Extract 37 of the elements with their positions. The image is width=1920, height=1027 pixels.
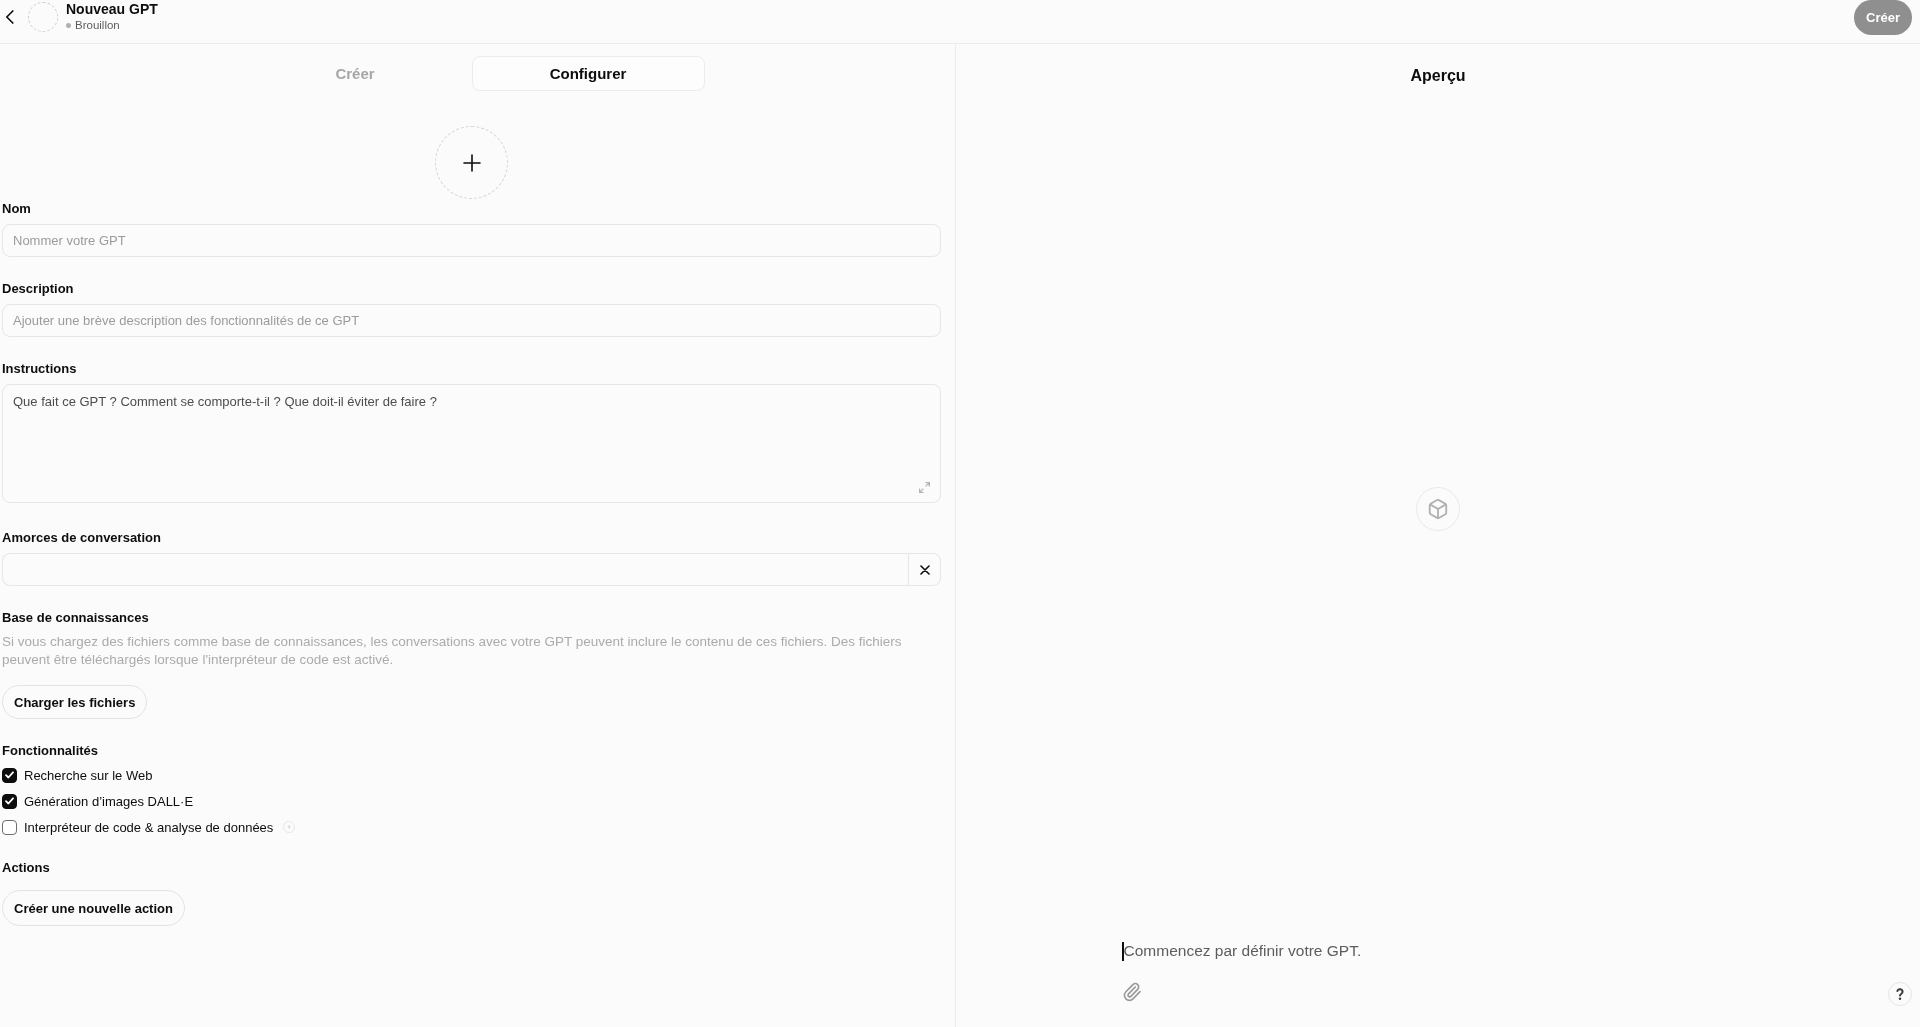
new-action-button[interactable]: Créer une nouvelle action: [2, 890, 185, 926]
text-field[interactable]: Nommer votre GPT: [2, 224, 941, 257]
upload-files-button[interactable]: Charger les fichiers: [2, 685, 148, 719]
field-label: Amorces de conversation: [2, 530, 162, 546]
help-button[interactable]: [1888, 982, 1912, 1006]
plus-icon: [462, 153, 481, 172]
section-label: Fonctionnalités: [2, 743, 99, 759]
text-cursor-icon: [1122, 941, 1124, 961]
close-icon: [919, 564, 930, 575]
back-button[interactable]: [5, 10, 14, 24]
knowledge-description: Si vous chargez des fichiers comme base de connaissances, les conversations avec votre GPT peuvent inclure le contenu de ces fichiers. Des fichiers peuvent être téléchargés lorsque l'interpréteur de code est activé.: [2, 633, 903, 669]
tab[interactable]: Configurer: [471, 56, 705, 91]
field-label: Nom: [2, 201, 32, 217]
capability-label: Génération d’images DALL·E: [24, 793, 194, 809]
remove-button[interactable]: [908, 553, 941, 586]
attach-button[interactable]: [1122, 982, 1142, 1002]
paperclip-icon: [1122, 982, 1142, 1002]
preview-title: Aperçu: [1410, 66, 1466, 86]
field-label: Instructions: [2, 361, 78, 377]
section-label: Base de connaissances: [2, 610, 149, 626]
checkbox[interactable]: [2, 767, 17, 783]
status-text: Brouillon: [75, 18, 120, 33]
instructions-field[interactable]: Que fait ce GPT ? Comment se comporte-t-il ? Que doit-il éviter de faire ?: [2, 384, 941, 503]
checkbox[interactable]: [2, 819, 17, 835]
message-field[interactable]: Commencez par définir votre GPT.: [1123, 939, 1754, 963]
chevron-left-icon: [5, 10, 14, 24]
checkbox[interactable]: [2, 793, 17, 809]
checkmark-icon: [5, 771, 14, 779]
status-dot-icon: [66, 23, 71, 28]
gpt-title: Nouveau GPT: [66, 1, 158, 18]
text-field[interactable]: Ajouter une brève description des fonctionnalités de ce GPT: [2, 304, 941, 337]
section-label: Actions: [2, 860, 50, 876]
capability-label: Interpréteur de code & analyse de données: [24, 819, 274, 835]
field-label: Description: [2, 281, 75, 297]
question-mark-icon: [1894, 988, 1906, 1000]
capability-label: Recherche sur le Web: [24, 767, 153, 783]
checkmark-icon: [5, 797, 14, 805]
